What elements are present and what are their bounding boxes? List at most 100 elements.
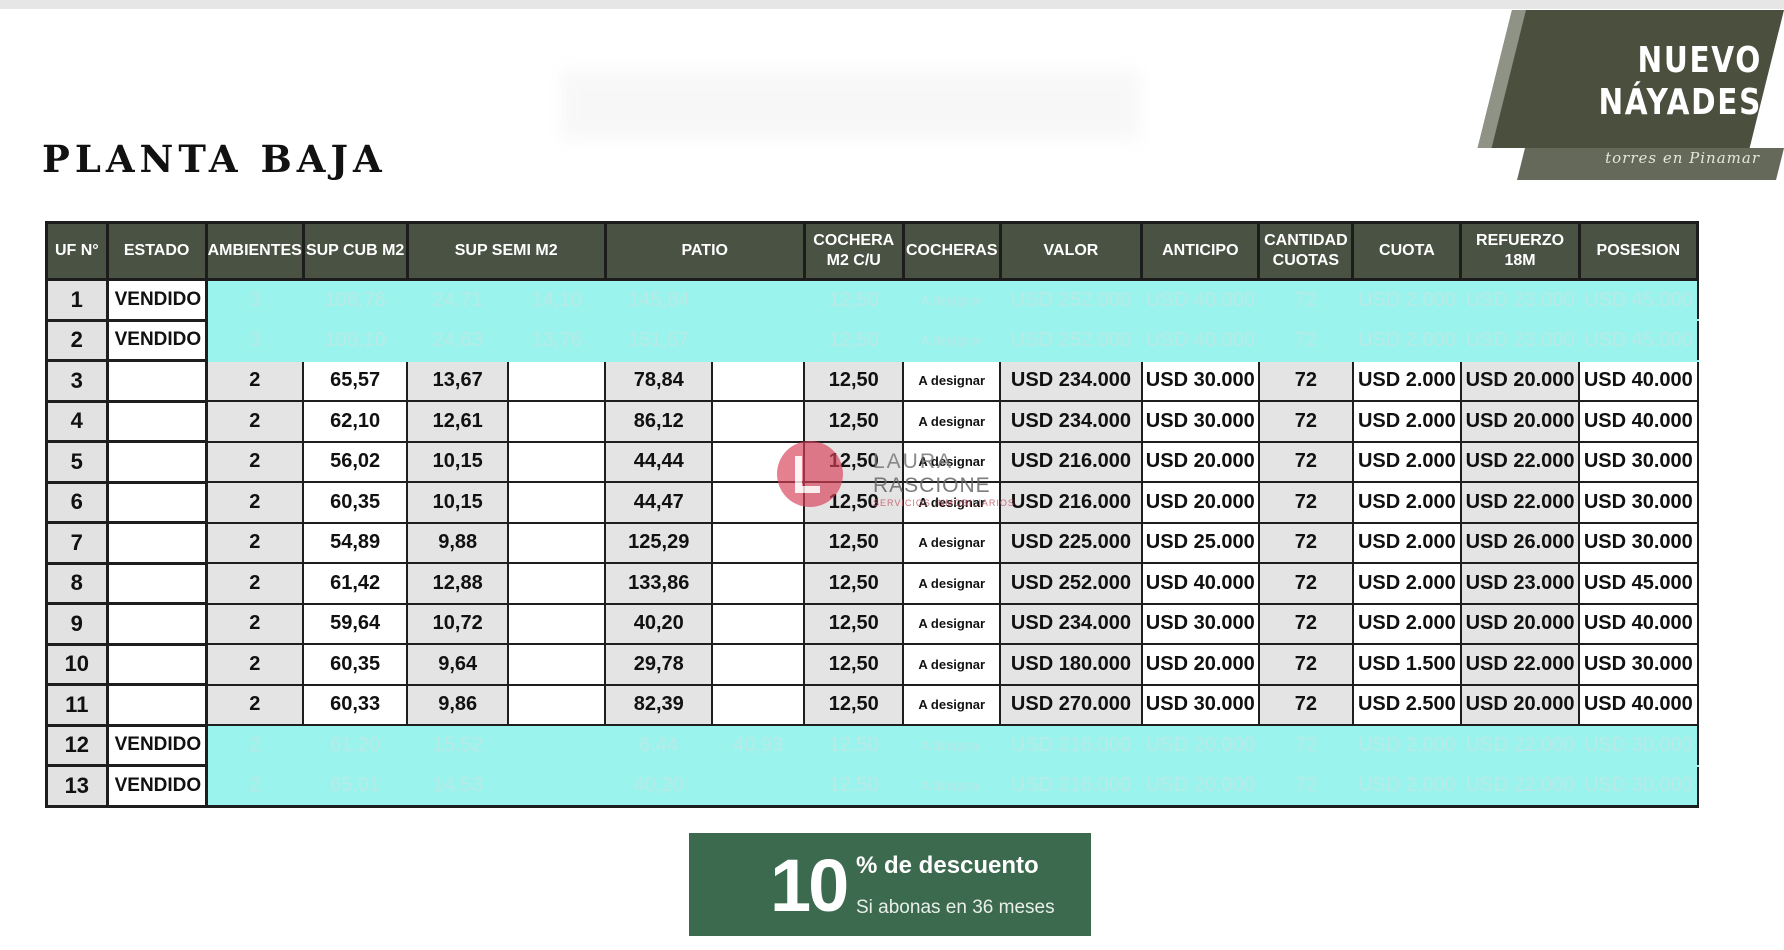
cell-patio-a: 82,39 [604,683,714,726]
cell-refuerzo: USD 20.000 [1459,683,1581,726]
cell-cantidad-cuotas: 72 [1257,278,1354,321]
cell-cantidad-cuotas: 72 [1257,521,1354,564]
cell-patio-a: 133,86 [604,562,714,605]
cell-cocheras: A designar [902,278,1002,321]
uf-number: 2 [45,318,109,362]
header-sup-cub: SUP CUB M2 [301,221,409,281]
cell-cochera-m2: 12,50 [803,359,905,402]
table-row: 3 2 65,57 13,67 78,84 12,50 A designar USD 234.… [45,359,1699,403]
cell-refuerzo: USD 23.000 [1459,278,1581,321]
uf-number: 5 [45,440,109,484]
discount-percent: 10 [770,844,849,927]
cell-refuerzo: USD 23.000 [1459,562,1581,605]
cell-cuota: USD 2.500 [1351,683,1462,726]
cell-cochera-m2: 12,50 [803,319,905,362]
cell-ambientes: 2 [205,724,305,767]
cell-sup-semi-a: 9,86 [406,683,510,726]
cell-cantidad-cuotas: 72 [1257,400,1354,443]
cell-cocheras: A designar [902,521,1002,564]
cell-valor: USD 216.000 [999,724,1143,767]
estado-cell [105,480,208,524]
cell-patio-a: 44,44 [604,440,714,483]
table-row: 1 VENDIDO 3 108,78 24,71 14,10 145,84 12,50 A de… [45,278,1699,322]
cell-cochera-m2: 12,50 [803,683,905,726]
cell-patio-b [711,643,806,686]
header-sup-semi: SUP SEMI M2 [405,221,607,281]
cell-refuerzo: USD 22.000 [1459,643,1581,686]
cell-sup-semi-b: 14,10 [507,278,607,321]
cell-sup-semi-b [507,602,607,645]
cell-patio-b [711,481,806,524]
cell-ambientes: 2 [205,643,305,686]
cell-cantidad-cuotas: 72 [1257,359,1354,402]
cell-valor: USD 252.000 [999,278,1143,321]
faded-background-text [560,70,1140,140]
table-row: 8 2 61,42 12,88 133,86 12,50 A designar USD 252… [45,561,1699,605]
table-row: 7 2 54,89 9,88 125,29 12,50 A designar USD 225.… [45,521,1699,565]
cell-cantidad-cuotas: 72 [1257,562,1354,605]
cell-patio-b [711,602,806,645]
header-valor: VALOR [998,221,1144,281]
cell-refuerzo: USD 20.000 [1459,359,1581,402]
estado-cell [105,642,208,686]
table-row: 11 2 60,33 9,86 82,39 12,50 A designar USD 270.… [45,683,1699,727]
cell-refuerzo: USD 23.000 [1459,319,1581,362]
cell-sup-semi-b [507,521,607,564]
cell-patio-b [711,440,806,483]
cell-anticipo: USD 40.000 [1140,278,1260,321]
header-ambientes: AMBIENTES [204,221,305,281]
cell-cocheras: A designar [902,481,1002,524]
cell-cochera-m2: 12,50 [803,400,905,443]
cell-cochera-m2: 12,50 [803,440,905,483]
cell-refuerzo: USD 26.000 [1459,521,1581,564]
cell-valor: USD 225.000 [999,521,1143,564]
cell-sup-cub: 65,57 [302,359,409,402]
header-estado: ESTADO [105,221,208,281]
cell-cuota: USD 2.000 [1351,481,1462,524]
uf-number: 12 [45,723,109,767]
discount-banner: 10 % de descuento Si abonas en 36 meses [689,833,1091,936]
cell-patio-b [711,400,806,443]
cell-sup-semi-b [507,562,607,605]
cell-sup-semi-a: 15,52 [406,724,510,767]
cell-patio-a: 40,20 [604,764,714,808]
cell-patio-b [711,562,806,605]
cell-refuerzo: USD 20.000 [1459,400,1581,443]
cell-sup-semi-a: 12,88 [406,562,510,605]
discount-label: % de descuento [856,852,1039,879]
cell-cocheras: A designar [902,359,1002,402]
cell-sup-cub: 109,10 [302,319,409,362]
cell-sup-semi-a: 9,88 [406,521,510,564]
uf-number: 9 [45,602,109,646]
cell-sup-semi-a: 24,71 [406,278,510,321]
header-cocheras: COCHERAS [901,221,1002,281]
cell-sup-cub: 60,35 [302,643,409,686]
cell-posesion: USD 40.000 [1578,683,1699,726]
cell-anticipo: USD 20.000 [1140,724,1260,767]
cell-sup-semi-a: 10,15 [406,481,510,524]
table-row: 2 VENDIDO 3 109,10 24,63 13,76 151,57 12,50 A de… [45,318,1699,362]
cell-ambientes: 2 [205,359,305,402]
cell-cochera-m2: 12,50 [803,602,905,645]
estado-cell [105,602,208,646]
cell-valor: USD 180.000 [999,643,1143,686]
cell-sup-cub: 62,10 [302,400,409,443]
cell-patio-b: 40,93 [711,724,806,767]
cell-patio-b [711,278,806,321]
header-cantidad-cuotas: CANTIDAD CUOTAS [1257,221,1355,281]
estado-cell [105,561,208,605]
header-refuerzo: REFUERZO 18M [1459,221,1581,281]
estado-cell [105,521,208,565]
table-header-row: UF N° ESTADO AMBIENTES SUP CUB M2 SUP SE… [45,221,1700,281]
cell-anticipo: USD 20.000 [1140,643,1260,686]
cell-sup-semi-b [507,764,607,808]
cell-valor: USD 234.000 [999,359,1143,402]
cell-patio-b [711,521,806,564]
cell-anticipo: USD 30.000 [1140,359,1260,402]
cell-cochera-m2: 12,50 [803,643,905,686]
cell-cocheras: A designar [902,400,1002,443]
cell-cuota: USD 2.000 [1351,440,1462,483]
cell-cochera-m2: 12,50 [803,562,905,605]
cell-refuerzo: USD 22.000 [1459,724,1581,767]
cell-sup-semi-a: 9,64 [406,643,510,686]
